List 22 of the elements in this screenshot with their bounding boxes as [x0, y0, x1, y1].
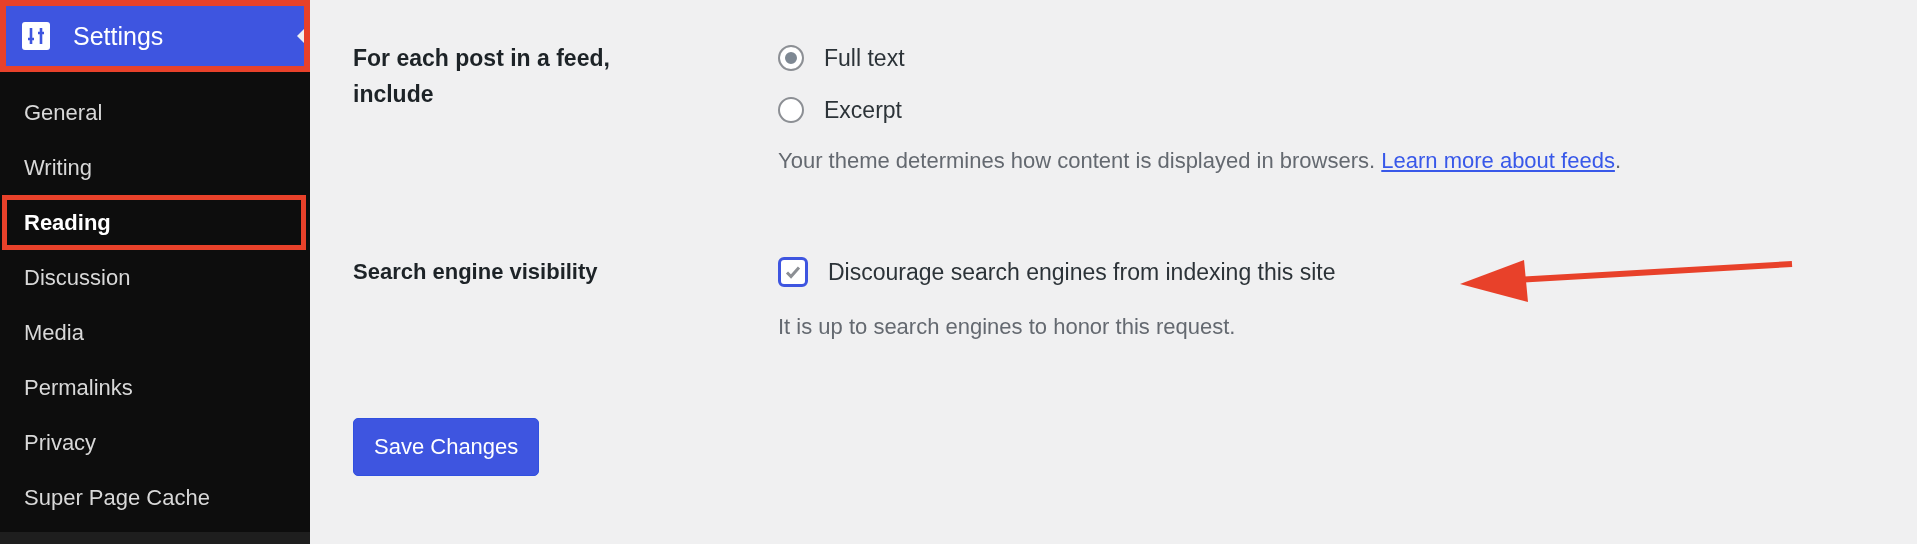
checkbox-label: Discourage search engines from indexing this site	[828, 258, 1336, 286]
settings-menu-item[interactable]: Settings	[6, 6, 304, 66]
submenu-item[interactable]: Media	[0, 305, 310, 360]
setting-label: Search engine visibility	[353, 258, 599, 286]
description-text: It is up to search engines to honor this request.	[778, 314, 1237, 340]
submenu-item[interactable]: Super Page Cache	[0, 470, 310, 525]
submenu-item[interactable]: Discussion	[0, 250, 310, 305]
submenu-item[interactable]: Permalinks	[0, 360, 310, 415]
radio-button[interactable]	[778, 97, 804, 123]
option-label: Full text	[824, 44, 905, 72]
sliders-icon	[21, 21, 51, 51]
radio-button[interactable]	[778, 45, 804, 71]
learn-more-link[interactable]: Learn more about feeds	[1381, 148, 1615, 173]
submenu-item[interactable]: Writing	[0, 140, 310, 195]
setting-label: For each post in a feed, include	[353, 44, 611, 109]
submenu-item[interactable]: Reading	[7, 200, 301, 245]
description-text: Your theme determines how content is displayed in browsers. Learn more about feeds.	[778, 148, 1621, 174]
submenu-item[interactable]: Privacy	[0, 415, 310, 470]
submenu-item[interactable]: General	[0, 85, 310, 140]
option-label: Excerpt	[824, 96, 902, 124]
checkbox[interactable]	[778, 257, 808, 287]
save-changes-button[interactable]: Save Changes	[353, 418, 540, 476]
